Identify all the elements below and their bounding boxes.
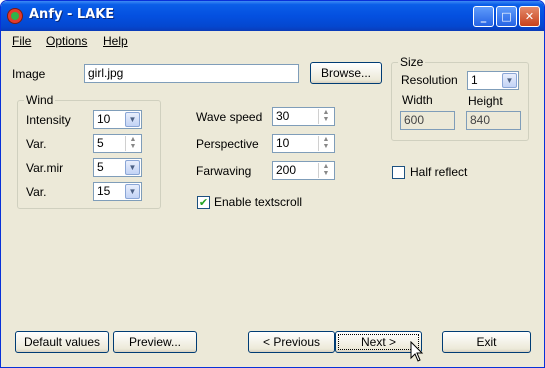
maximize-button[interactable]: □ [496,6,517,27]
exit-button[interactable]: Exit [442,331,531,353]
resolution-select[interactable]: 1 ▼ [467,71,519,90]
menu-file[interactable]: File [12,34,31,48]
chevron-down-icon[interactable]: ▼ [125,112,140,127]
resolution-label: Resolution [401,73,458,87]
textscroll-label: Enable textscroll [214,195,303,209]
previous-button[interactable]: < Previous [248,331,335,353]
half-reflect-checkbox[interactable] [392,166,405,179]
menu-bar: File Options Help [1,31,544,51]
wind-var-value: 5 [97,136,104,150]
default-values-button[interactable]: Default values [15,331,109,353]
half-reflect-label: Half reflect [410,165,468,179]
spinner-arrows-icon[interactable]: ▲ ▼ [125,136,140,151]
wind-varmir-label: Var.mir [26,161,64,175]
width-label: Width [402,93,433,107]
checkmark-icon: ✔ [198,196,209,209]
wind-var2-value: 15 [97,184,111,198]
perspective-value: 10 [276,136,290,150]
wave-speed-value: 30 [276,109,290,123]
minimize-button[interactable]: _ [473,6,494,27]
wind-var-label: Var. [26,137,47,151]
spinner-arrows-icon[interactable]: ▲ ▼ [318,163,333,178]
preview-button[interactable]: Preview... [113,331,197,353]
width-field: 600 [400,111,455,130]
image-label: Image [12,67,46,81]
size-group-title: Size [398,55,426,69]
app-icon[interactable] [7,8,23,24]
wave-speed-spinner[interactable]: 30 ▲ ▼ [272,107,335,126]
height-label: Height [468,94,503,108]
height-field: 840 [466,111,521,130]
wind-group-title: Wind [24,93,56,107]
spinner-arrows-icon[interactable]: ▲ ▼ [318,136,333,151]
wind-intensity-value: 10 [97,112,111,126]
menu-help-label: Help [103,34,128,48]
wind-intensity-select[interactable]: 10 ▼ [93,110,142,129]
chevron-down-icon[interactable]: ▼ [125,160,140,175]
chevron-down-icon[interactable]: ▼ [125,184,140,199]
chevron-down-icon[interactable]: ▼ [502,73,517,88]
wind-var2-select[interactable]: 15 ▼ [93,182,142,201]
menu-options-label: Options [46,34,88,48]
spinner-arrows-icon[interactable]: ▲ ▼ [318,109,333,124]
menu-help[interactable]: Help [103,34,128,48]
wind-varmir-value: 5 [97,160,104,174]
app-window: Anfy - LAKE _ □ ✕ File Options Help Imag… [0,0,545,368]
resolution-value: 1 [471,73,478,87]
next-button[interactable]: Next > [335,331,422,353]
wind-intensity-label: Intensity [26,113,71,127]
textscroll-checkbox[interactable]: ✔ [197,196,210,209]
menu-options[interactable]: Options [46,34,87,48]
perspective-spinner[interactable]: 10 ▲ ▼ [272,134,335,153]
farwaving-label: Farwaving [196,164,252,178]
farwaving-spinner[interactable]: 200 ▲ ▼ [272,161,335,180]
title-bar[interactable]: Anfy - LAKE _ □ ✕ [1,1,544,31]
menu-file-label: File [12,34,32,48]
close-button[interactable]: ✕ [519,6,540,27]
wind-var-spinner[interactable]: 5 ▲ ▼ [93,134,142,153]
image-path-input[interactable]: girl.jpg [84,64,299,83]
mouse-cursor-icon [410,341,424,362]
wind-var2-label: Var. [26,185,47,199]
browse-button[interactable]: Browse... [310,62,382,84]
wind-varmir-select[interactable]: 5 ▼ [93,158,142,177]
farwaving-value: 200 [276,163,297,177]
window-title: Anfy - LAKE [29,7,115,22]
perspective-label: Perspective [196,137,259,151]
wave-speed-label: Wave speed [196,110,263,124]
